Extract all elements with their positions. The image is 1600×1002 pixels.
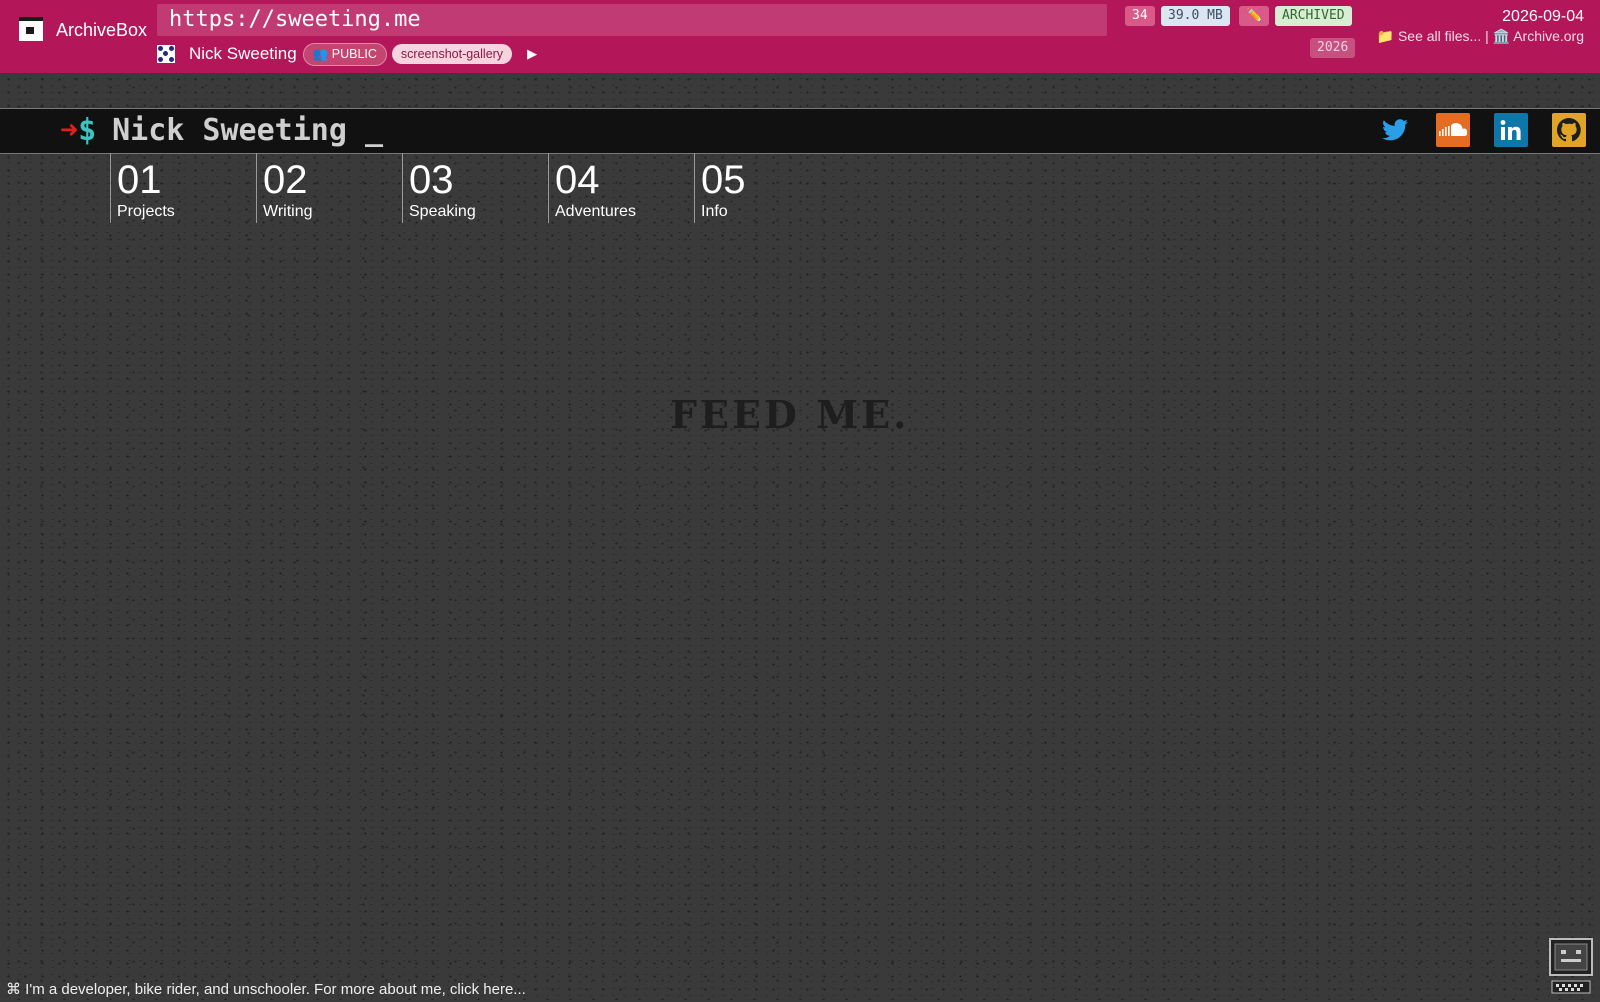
- soundcloud-icon[interactable]: [1436, 113, 1470, 147]
- status-badge: ARCHIVED: [1275, 6, 1352, 26]
- nav-item-writing[interactable]: 02 Writing: [256, 153, 402, 223]
- link-separator: |: [1481, 28, 1493, 44]
- file-count-badge: 34: [1125, 6, 1155, 26]
- nav-label: Projects: [117, 203, 175, 220]
- tag-screenshot-gallery[interactable]: screenshot-gallery: [391, 44, 513, 64]
- archivebox-brand[interactable]: ArchiveBox: [56, 20, 147, 41]
- size-badge: 39.0 MB: [1161, 6, 1230, 26]
- nav-item-adventures[interactable]: 04 Adventures: [548, 153, 694, 223]
- nav-label: Writing: [263, 203, 313, 220]
- url-field[interactable]: [157, 4, 1107, 36]
- nav-label: Speaking: [409, 203, 476, 220]
- terminal-bar: ➜$ Nick Sweeting _: [0, 108, 1600, 154]
- nav-number: 04: [555, 158, 600, 202]
- see-all-files-link[interactable]: 📁 See all files...: [1377, 28, 1482, 44]
- nav-item-info[interactable]: 05 Info: [694, 153, 840, 223]
- feed-me-text: FEED ME.: [670, 392, 910, 437]
- twitter-icon[interactable]: [1378, 113, 1412, 147]
- year-badge: 2026: [1310, 38, 1356, 58]
- site-title[interactable]: Nick Sweeting: [112, 113, 347, 148]
- nav-number: 01: [117, 158, 162, 202]
- nav-number: 05: [701, 158, 746, 202]
- archive-org-link[interactable]: 🏛️ Archive.org: [1493, 28, 1584, 44]
- nav-item-speaking[interactable]: 03 Speaking: [402, 153, 548, 223]
- tag-public[interactable]: 👥 PUBLIC: [302, 42, 387, 66]
- edit-icon[interactable]: ✏️: [1239, 6, 1270, 26]
- nav-label: Adventures: [555, 203, 636, 220]
- site-prompt: ➜$ Nick Sweeting _: [60, 113, 383, 149]
- prompt-dollar: $: [78, 113, 97, 148]
- archivebox-header: ArchiveBox Nick Sweeting 👥 PUBLIC screen…: [0, 0, 1600, 73]
- nav-label: Info: [701, 203, 728, 220]
- computer-icon[interactable]: [1548, 937, 1594, 997]
- snapshot-date: 2026-09-04: [1502, 8, 1584, 25]
- github-icon[interactable]: [1552, 113, 1586, 147]
- main-nav: 01 Projects 02 Writing 03 Speaking 04 Ad…: [110, 153, 840, 223]
- prompt-cursor: _: [364, 113, 383, 148]
- site-favicon-icon: [157, 45, 175, 63]
- play-icon[interactable]: ▶: [527, 46, 537, 62]
- snapshot-title[interactable]: Nick Sweeting: [189, 44, 297, 64]
- prompt-arrow: ➜: [60, 113, 79, 148]
- nav-number: 02: [263, 158, 308, 202]
- archivebox-logo-icon[interactable]: [16, 14, 46, 44]
- nav-item-projects[interactable]: 01 Projects: [110, 153, 256, 223]
- snapshot-info-row: Nick Sweeting 👥 PUBLIC screenshot-galler…: [157, 42, 537, 66]
- linkedin-icon[interactable]: [1494, 113, 1528, 147]
- header-links: 📁 See all files... | 🏛️ Archive.org: [1377, 28, 1584, 45]
- nav-number: 03: [409, 158, 454, 202]
- about-footer-link[interactable]: ⌘ I'm a developer, bike rider, and unsch…: [6, 980, 526, 998]
